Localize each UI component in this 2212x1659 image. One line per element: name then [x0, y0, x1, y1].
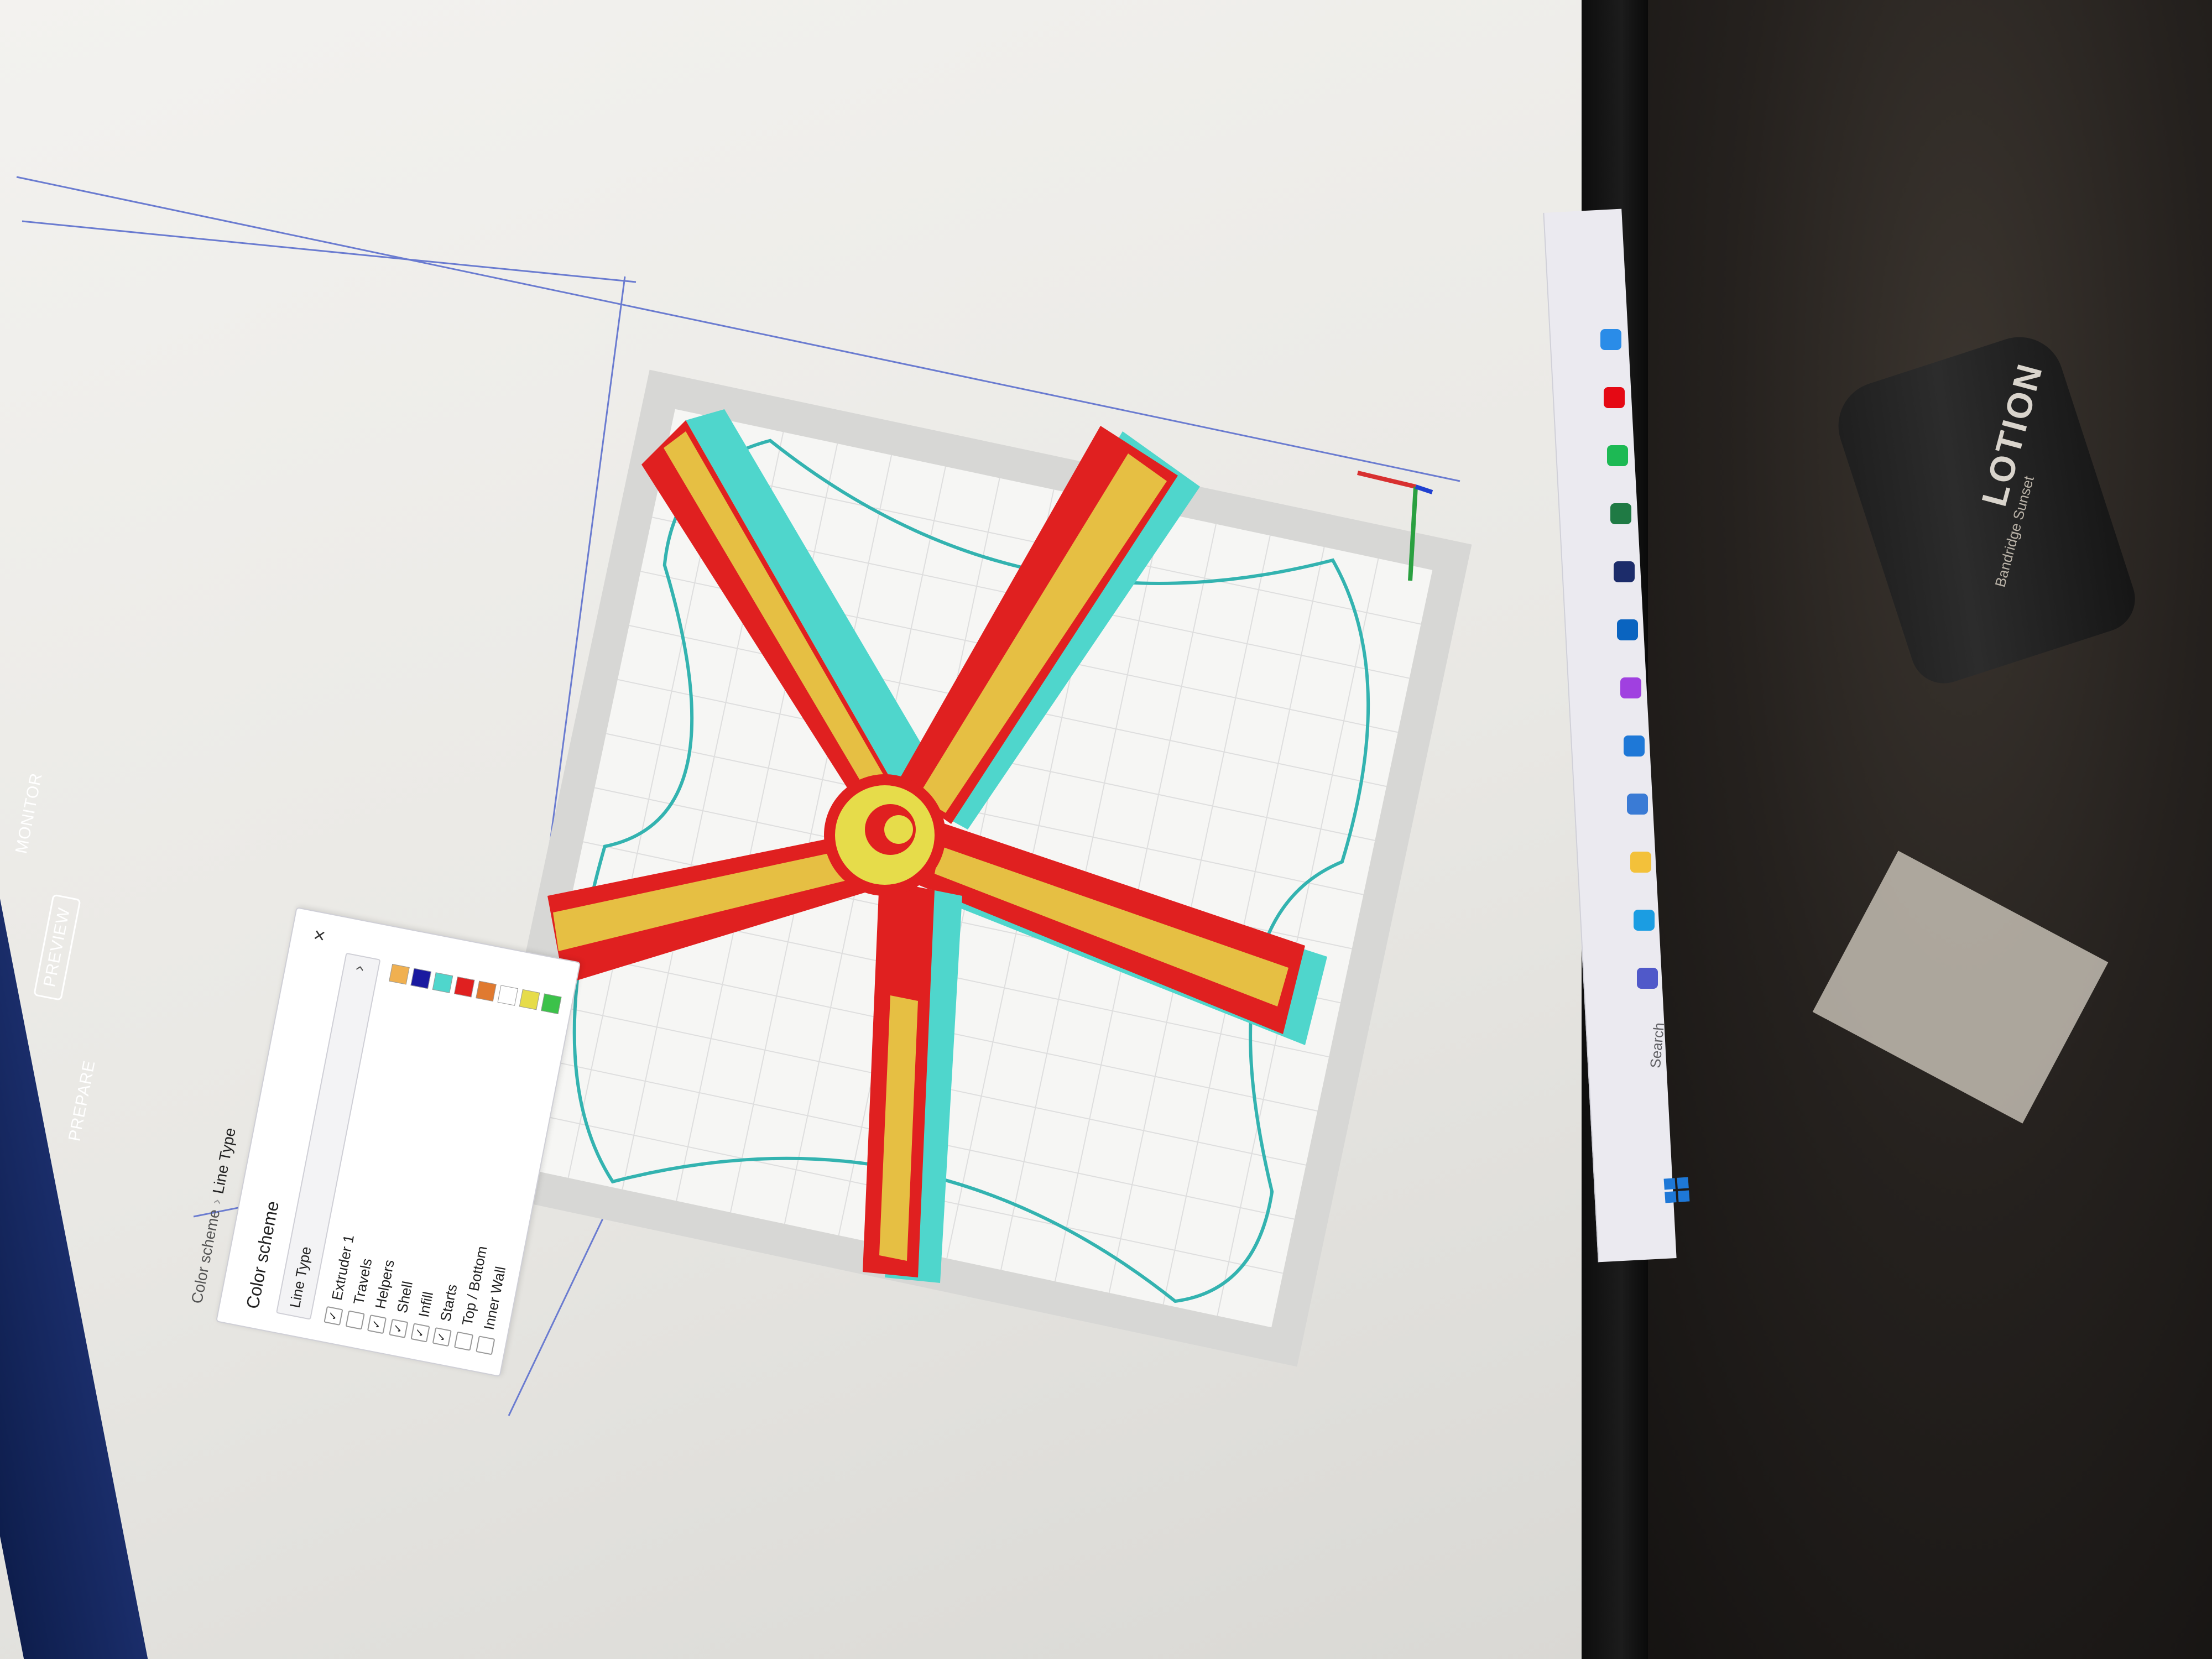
legend-swatch: [541, 993, 562, 1014]
color-scheme-select-value: Line Type: [286, 1245, 315, 1310]
legend-swatch: [389, 964, 410, 985]
messenger-icon[interactable]: [1620, 677, 1641, 698]
close-icon[interactable]: ×: [307, 927, 332, 943]
store-icon[interactable]: [1627, 794, 1648, 815]
teams-icon[interactable]: [1637, 968, 1658, 989]
spotify-icon[interactable]: [1607, 445, 1628, 466]
viewport-3d[interactable]: [0, 0, 1615, 1659]
windows-start-icon[interactable]: [1663, 1177, 1690, 1203]
folder-icon[interactable]: [1630, 852, 1651, 873]
background-desk: [1593, 0, 2212, 1659]
legend-swatch: [476, 980, 497, 1002]
monitor-screen: PREPARE PREVIEW MONITOR Color scheme›Lin…: [0, 0, 1615, 1659]
app-icon[interactable]: [1614, 561, 1635, 582]
legend-swatch: [410, 968, 431, 989]
legend-swatch: [519, 989, 540, 1010]
legend-checkbox[interactable]: ✓: [432, 1327, 452, 1347]
model-hub: [824, 774, 946, 896]
edge-icon[interactable]: [1634, 910, 1655, 931]
chevron-icon: ›: [349, 963, 369, 973]
legend-checkbox[interactable]: [345, 1310, 365, 1330]
legend-checkbox[interactable]: ✓: [389, 1318, 409, 1338]
mail-icon[interactable]: [1624, 735, 1645, 757]
cura-icon[interactable]: [1600, 329, 1621, 350]
legend-swatch: [497, 985, 519, 1006]
legend-checkbox[interactable]: ✓: [324, 1306, 343, 1326]
legend-checkbox[interactable]: [476, 1335, 495, 1355]
legend-swatch: [454, 976, 475, 998]
outlook-icon[interactable]: [1617, 619, 1638, 640]
legend-checkbox[interactable]: ✓: [367, 1314, 387, 1334]
legend-checkbox[interactable]: ✓: [410, 1323, 430, 1343]
legend-swatch: [432, 972, 453, 993]
legend-checkbox[interactable]: [453, 1331, 474, 1351]
panel-title: Color scheme: [242, 1199, 283, 1311]
excel-icon[interactable]: [1610, 503, 1631, 524]
netflix-icon[interactable]: [1604, 387, 1625, 408]
